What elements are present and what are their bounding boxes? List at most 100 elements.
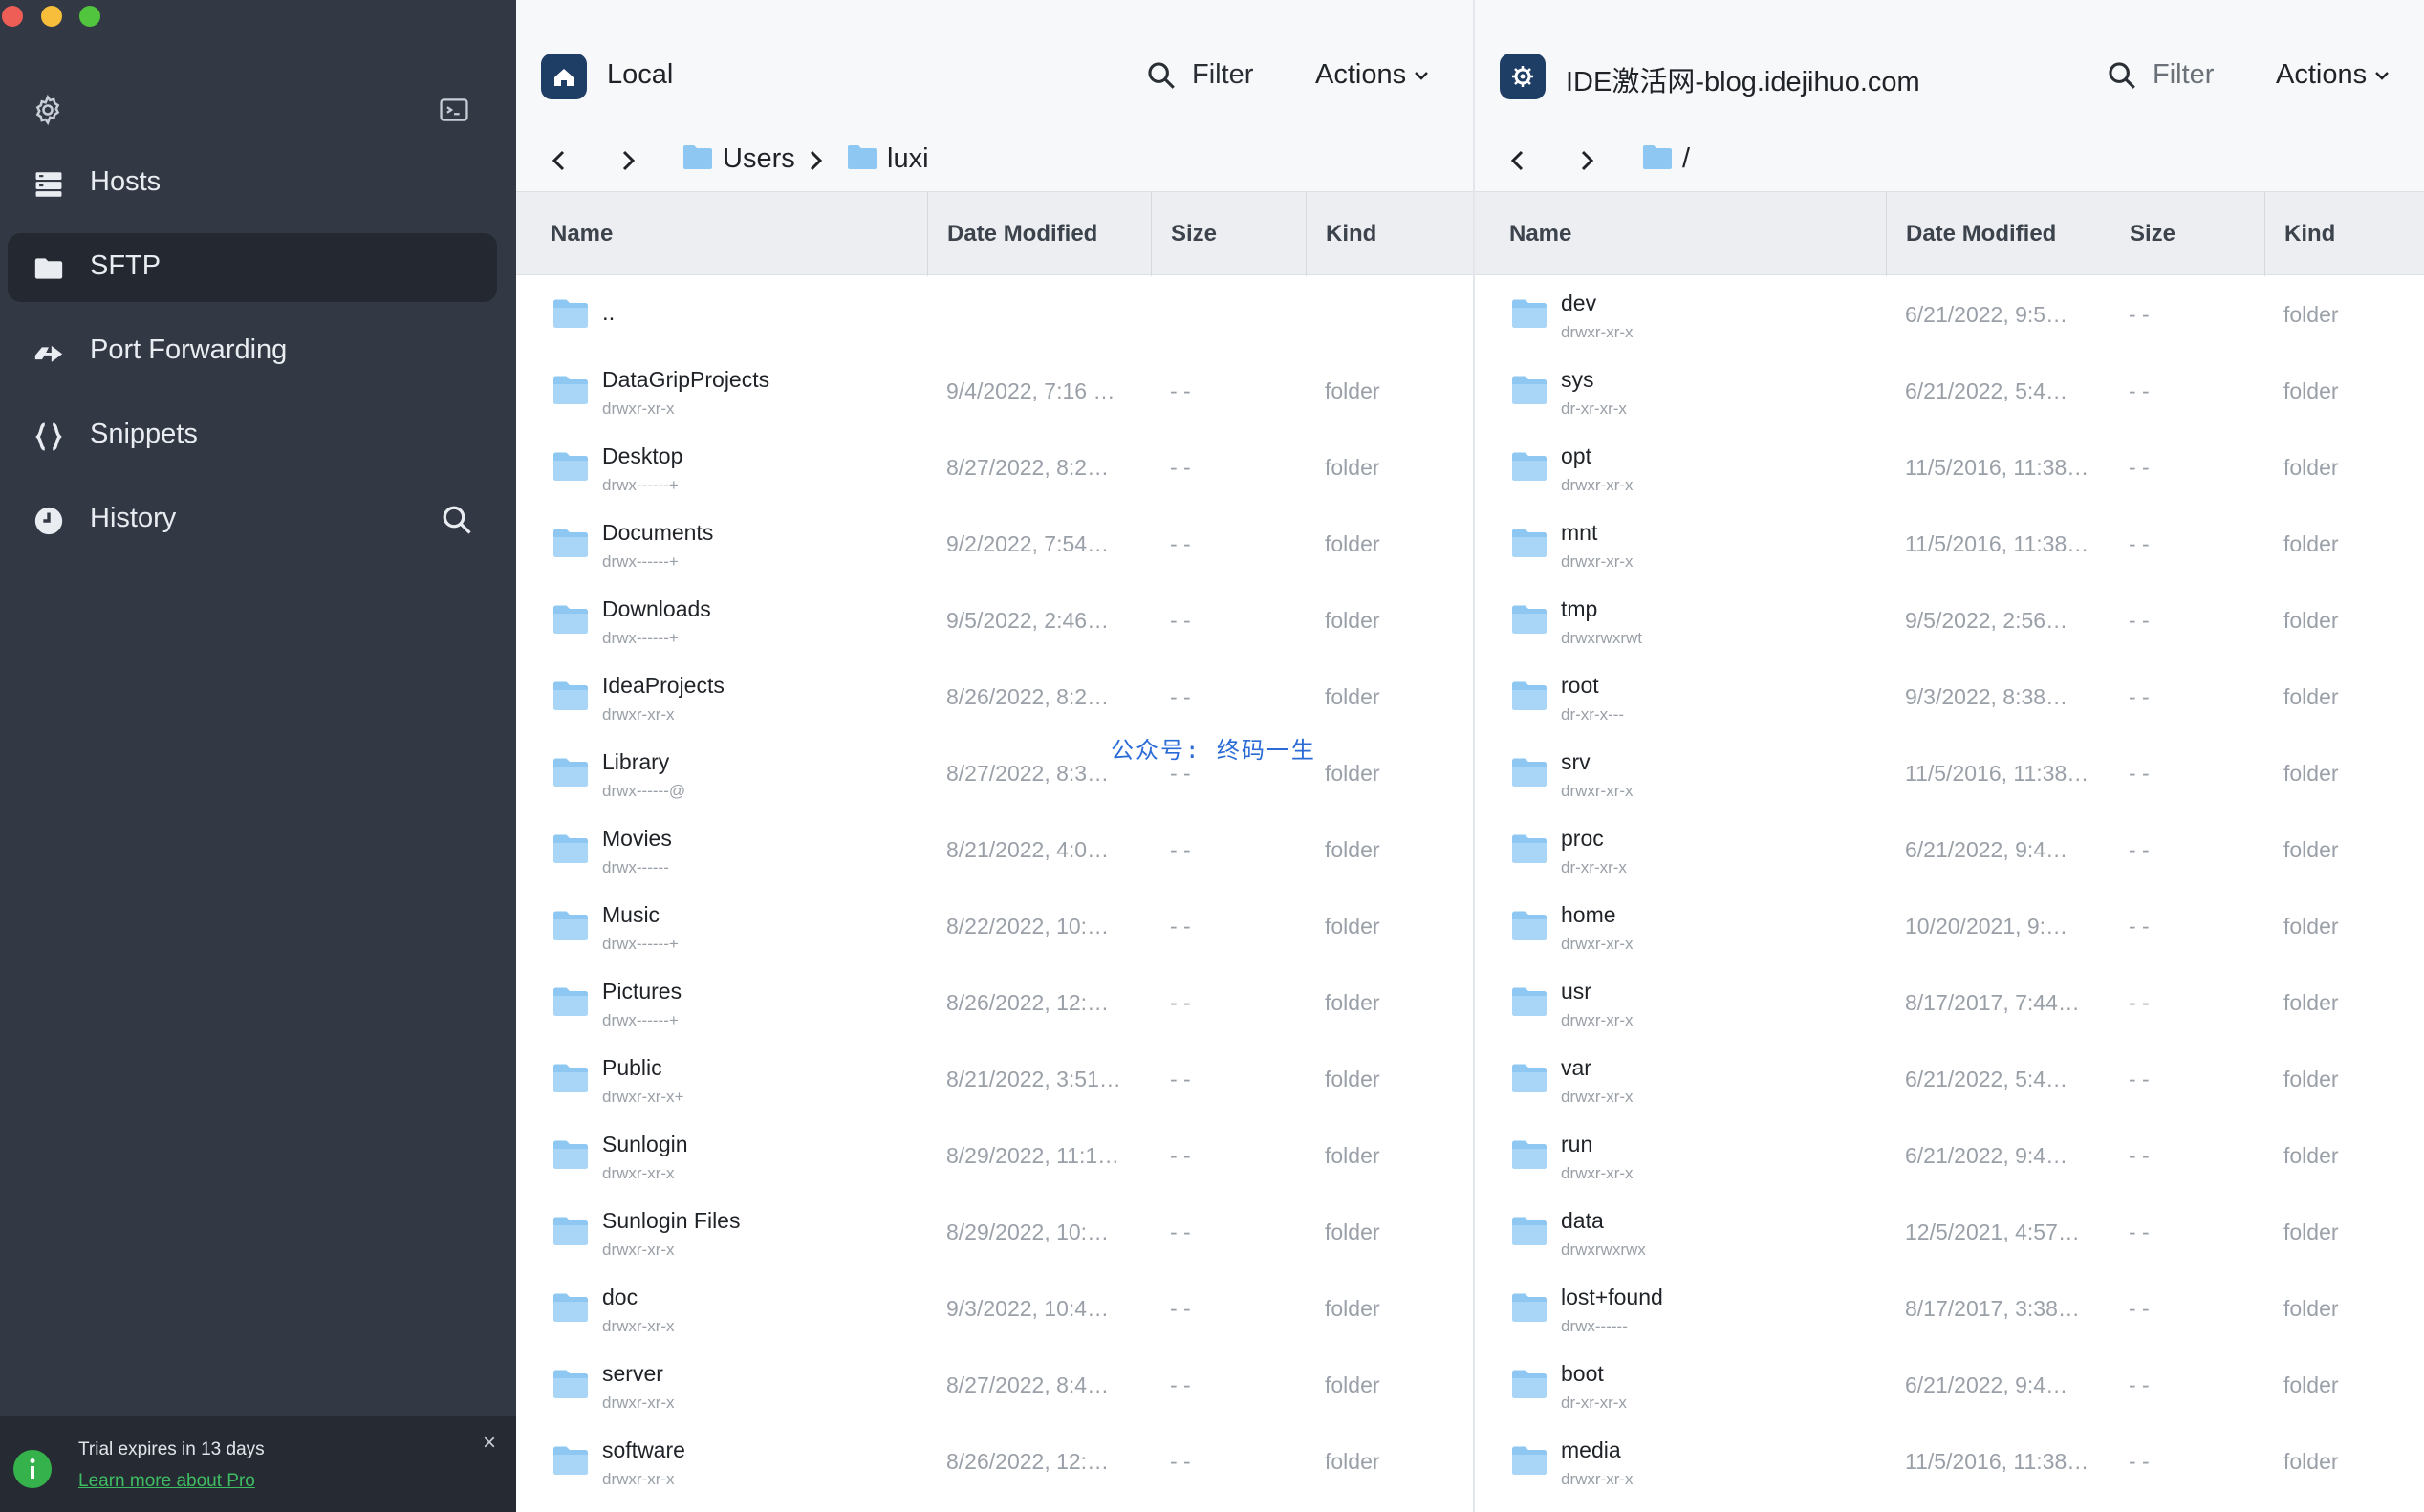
file-name: var	[1561, 1055, 1591, 1080]
file-name: usr	[1561, 979, 1591, 1004]
file-row[interactable]: Pictures drwx------+ 8/26/2022, 12:… - - fol…	[516, 965, 1473, 1042]
file-row[interactable]: usr drwxr-xr-x 8/17/2017, 7:44… - - folder	[1475, 965, 2424, 1042]
sidebar-item-sftp[interactable]: SFTP	[8, 233, 497, 302]
filter-label: Filter	[1192, 59, 1254, 90]
back-icon[interactable]	[547, 143, 572, 178]
back-icon[interactable]	[1505, 143, 1530, 178]
minimize-window-button[interactable]	[41, 6, 62, 27]
file-name: run	[1561, 1132, 1593, 1156]
file-date: 6/21/2022, 9:4…	[1905, 1372, 2068, 1397]
file-row[interactable]: Movies drwx------ 8/21/2022, 4:0… - - folder	[516, 812, 1473, 889]
folder-icon	[552, 680, 589, 711]
file-size: - -	[1170, 914, 1191, 939]
file-row[interactable]: Sunlogin Files drwxr-xr-x 8/29/2022, 10:… -…	[516, 1195, 1473, 1271]
gear-icon[interactable]	[32, 94, 64, 126]
file-permissions: drwxr-xr-x	[1561, 1088, 1634, 1106]
folder-icon	[1511, 1139, 1547, 1170]
file-row[interactable]: software drwxr-xr-x 8/26/2022, 12:… - - fold…	[516, 1424, 1473, 1501]
column-header: Name Date Modified Size Kind	[516, 191, 1473, 276]
column-kind[interactable]: Kind	[1306, 192, 1473, 276]
parent-directory-row[interactable]: ..	[516, 277, 1473, 354]
column-date[interactable]: Date Modified	[1886, 192, 2111, 276]
file-name: lost+found	[1561, 1285, 1663, 1309]
search-icon[interactable]	[440, 503, 474, 537]
close-window-button[interactable]	[2, 6, 23, 27]
column-name[interactable]: Name	[531, 192, 908, 276]
file-permissions: drwxr-xr-x	[602, 1470, 675, 1488]
sidebar-item-port-forwarding[interactable]: Port Forwarding	[8, 317, 497, 386]
file-name: data	[1561, 1208, 1604, 1233]
file-row[interactable]: run drwxr-xr-x 6/21/2022, 9:4… - - folder	[1475, 1118, 2424, 1195]
file-row[interactable]: IdeaProjects drwxr-xr-x 8/26/2022, 8:2… - -…	[516, 659, 1473, 736]
learn-more-link[interactable]: Learn more about Pro	[78, 1471, 255, 1492]
file-row[interactable]: media drwxr-xr-x 11/5/2016, 11:38… - - folde…	[1475, 1424, 2424, 1501]
file-size: - -	[1170, 531, 1191, 556]
file-row[interactable]: Music drwx------+ 8/22/2022, 10:… - - folder	[516, 889, 1473, 965]
file-permissions: drwx------@	[602, 782, 686, 800]
sidebar-item-hosts[interactable]: Hosts	[8, 149, 497, 218]
actions-dropdown[interactable]: Actions	[1315, 59, 1431, 91]
folder-icon	[1511, 910, 1547, 940]
file-name: Public	[602, 1055, 662, 1080]
file-kind: folder	[2283, 914, 2339, 939]
file-row[interactable]: proc dr-xr-xr-x 6/21/2022, 9:4… - - folder	[1475, 812, 2424, 889]
file-row[interactable]: Documents drwx------+ 9/2/2022, 7:54… - - fo…	[516, 507, 1473, 583]
snippets-icon	[32, 421, 65, 453]
column-kind[interactable]: Kind	[2264, 192, 2423, 276]
column-size[interactable]: Size	[2110, 192, 2264, 276]
folder-icon	[552, 528, 589, 558]
breadcrumb-label: /	[1682, 143, 1691, 174]
sidebar-item-snippets[interactable]: Snippets	[8, 401, 497, 470]
file-row[interactable]: data drwxrwxrwx 12/5/2021, 4:57… - - folder	[1475, 1195, 2424, 1271]
file-size: - -	[1170, 378, 1191, 403]
file-size: - -	[1170, 837, 1191, 862]
maximize-window-button[interactable]	[79, 6, 100, 27]
file-date: 8/29/2022, 11:1…	[946, 1143, 1120, 1168]
terminal-icon[interactable]	[438, 94, 470, 126]
file-row[interactable]: server drwxr-xr-x 8/27/2022, 8:4… - - folder	[516, 1348, 1473, 1424]
file-row[interactable]: Downloads drwx------+ 9/5/2022, 2:46… - - fo…	[516, 583, 1473, 659]
file-permissions: dr-xr-xr-x	[1561, 858, 1627, 876]
file-kind: folder	[1325, 837, 1380, 862]
close-icon[interactable]: ×	[483, 1430, 496, 1457]
file-permissions: drwxr-xr-x	[1561, 1164, 1634, 1182]
file-row[interactable]: Sunlogin drwxr-xr-x 8/29/2022, 11:1… - - fol…	[516, 1118, 1473, 1195]
file-row[interactable]: opt drwxr-xr-x 11/5/2016, 11:38… - - folder	[1475, 430, 2424, 507]
host-name[interactable]: Local	[607, 59, 673, 91]
forward-icon[interactable]	[616, 143, 640, 178]
file-row[interactable]: boot dr-xr-xr-x 6/21/2022, 9:4… - - folder	[1475, 1348, 2424, 1424]
column-size[interactable]: Size	[1151, 192, 1306, 276]
file-permissions: drwxr-xr-x	[1561, 1470, 1634, 1488]
sidebar: Hosts SFTP Port Forwarding Snippets History …	[0, 0, 516, 1512]
folder-icon	[552, 986, 589, 1017]
file-row[interactable]: dev drwxr-xr-x 6/21/2022, 9:5… - - folder	[1475, 277, 2424, 354]
file-row[interactable]: root dr-xr-x--- 9/3/2022, 8:38… - - folder	[1475, 659, 2424, 736]
file-kind: folder	[2283, 1067, 2339, 1091]
file-row[interactable]: var drwxr-xr-x 6/21/2022, 5:4… - - folder	[1475, 1042, 2424, 1118]
file-row[interactable]: home drwxr-xr-x 10/20/2021, 9:… - - folder	[1475, 889, 2424, 965]
column-date[interactable]: Date Modified	[927, 192, 1153, 276]
host-name[interactable]: IDE激活网-blog.idejihuo.com	[1566, 59, 1920, 99]
sidebar-item-history[interactable]: History	[8, 486, 497, 554]
actions-dropdown[interactable]: Actions	[2276, 59, 2392, 91]
file-row[interactable]: Public drwxr-xr-x+ 8/21/2022, 3:51… - - fold…	[516, 1042, 1473, 1118]
file-row[interactable]: sys dr-xr-xr-x 6/21/2022, 5:4… - - folder	[1475, 354, 2424, 430]
file-row[interactable]: doc drwxr-xr-x 9/3/2022, 10:4… - - folder	[516, 1271, 1473, 1348]
file-date: 8/27/2022, 8:4…	[946, 1372, 1110, 1397]
file-kind: folder	[1325, 531, 1380, 556]
file-name: srv	[1561, 749, 1591, 774]
sidebar-item-label: Port Forwarding	[90, 335, 288, 365]
file-size: - -	[2129, 378, 2150, 403]
folder-icon	[552, 1369, 589, 1399]
file-row[interactable]: mnt drwxr-xr-x 11/5/2016, 11:38… - - folder	[1475, 507, 2424, 583]
file-permissions: drwx------+	[602, 552, 679, 571]
file-row[interactable]: DataGripProjects drwxr-xr-x 9/4/2022, 7:16…	[516, 354, 1473, 430]
column-name[interactable]: Name	[1490, 192, 1867, 276]
file-row[interactable]: srv drwxr-xr-x 11/5/2016, 11:38… - - folder	[1475, 736, 2424, 812]
forward-icon[interactable]	[1574, 143, 1599, 178]
file-row[interactable]: tmp drwxrwxrwt 9/5/2022, 2:56… - - folder	[1475, 583, 2424, 659]
file-row[interactable]: lost+found drwx------ 8/17/2017, 3:38… - - f…	[1475, 1271, 2424, 1348]
file-row[interactable]: Desktop drwx------+ 8/27/2022, 8:2… - - fold…	[516, 430, 1473, 507]
file-kind: folder	[2283, 1143, 2339, 1168]
file-row[interactable]: Library drwx------@ 8/27/2022, 8:3… - - fold…	[516, 736, 1473, 812]
